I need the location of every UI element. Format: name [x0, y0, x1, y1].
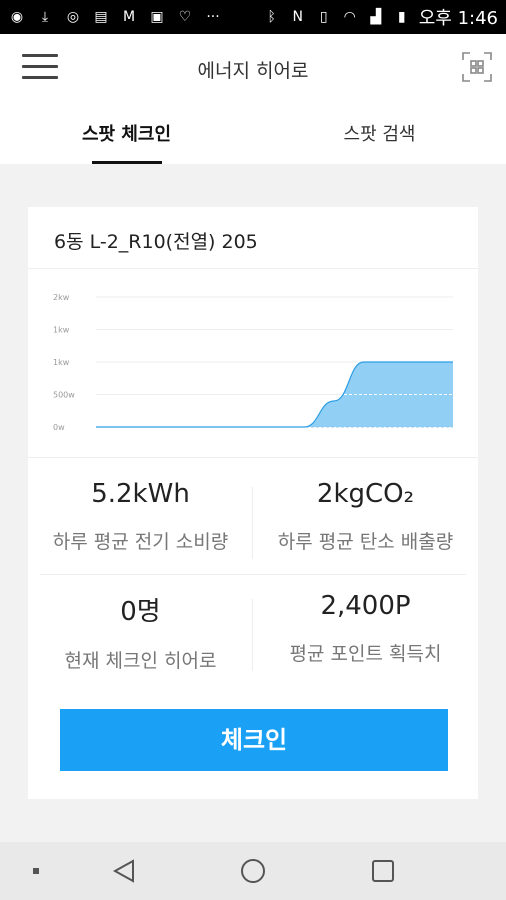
heart-icon: ♡ — [178, 9, 192, 25]
message-icon: ▤ — [94, 9, 108, 25]
checkin-button[interactable]: 체크인 — [60, 709, 448, 771]
y-tick-label: 500w — [53, 391, 75, 400]
notification-icons: ◉ ⤓ ◎ ▤ M ▣ ♡ ··· — [8, 8, 222, 26]
stat-value: 2kgCO₂ — [316, 479, 415, 509]
tab-spot-checkin[interactable]: 스팟 체크인 — [0, 102, 253, 164]
back-icon[interactable] — [94, 842, 154, 900]
stat-value: 5.2kWh — [91, 479, 190, 509]
square-dot-icon[interactable] — [6, 842, 66, 900]
stat-daily-power: 5.2kWh 하루 평균 전기 소비량 — [28, 479, 253, 554]
stat-value: 2,400P — [320, 591, 411, 621]
nfc-icon: N — [292, 9, 303, 25]
bluetooth-icon: ᛒ — [267, 9, 276, 25]
download-icon: ⤓ — [41, 9, 49, 25]
vibrate-icon: ▯ — [319, 9, 328, 25]
y-tick-label: 0w — [53, 423, 65, 432]
chat-icon: ◎ — [66, 9, 80, 25]
divider — [252, 599, 253, 671]
stat-value: 0명 — [120, 597, 161, 627]
stat-avg-points: 2,400P 평균 포인트 획득치 — [253, 591, 478, 666]
wifi-icon: ◠ — [343, 9, 356, 25]
divider — [28, 268, 478, 269]
tab-spot-search[interactable]: 스팟 검색 — [253, 102, 506, 164]
divider — [28, 457, 478, 458]
signal-icon: ▟ — [370, 9, 382, 25]
tab-bar: 스팟 체크인 스팟 검색 — [0, 102, 506, 164]
clock: 오후 1:46 — [418, 8, 498, 29]
divider — [40, 574, 466, 575]
stat-label: 하루 평균 탄소 배출량 — [277, 531, 454, 553]
image-icon: ▣ — [150, 9, 164, 25]
divider — [252, 487, 253, 559]
wechat-icon: ◉ — [10, 9, 24, 25]
stat-current-heroes: 0명 현재 체크인 히어로 — [28, 591, 253, 673]
spot-card: 6동 L-2_R10(전열) 205 2kw 1kw 1kw 500w 0w 5.2kW… — [28, 207, 478, 799]
power-chart: 2kw 1kw 1kw 500w 0w — [53, 293, 453, 432]
y-tick-label: 2kw — [53, 293, 70, 302]
home-icon[interactable] — [223, 842, 283, 900]
stat-label: 평균 포인트 획득치 — [289, 643, 442, 665]
recents-icon[interactable] — [353, 842, 413, 900]
system-icons: ᛒ N ▯ ◠ ▟ ▮ 오후 1:46 — [263, 4, 498, 30]
stat-daily-carbon: 2kgCO₂ 하루 평균 탄소 배출량 — [253, 479, 478, 554]
navigation-bar — [0, 842, 506, 900]
qr-scan-icon[interactable] — [462, 52, 492, 82]
stat-label: 하루 평균 전기 소비량 — [52, 531, 229, 553]
status-bar: ◉ ⤓ ◎ ▤ M ▣ ♡ ··· ᛒ N ▯ ◠ ▟ ▮ 오후 1:46 — [0, 0, 506, 34]
gmail-icon: M — [122, 9, 136, 25]
battery-icon: ▮ — [397, 9, 406, 25]
y-tick-label: 1kw — [53, 358, 70, 367]
app-bar: 에너지 히어로 — [0, 34, 506, 102]
spot-title: 6동 L-2_R10(전열) 205 — [54, 231, 258, 253]
stat-label: 현재 체크인 히어로 — [64, 650, 217, 672]
y-tick-label: 1kw — [53, 326, 70, 335]
more-icon: ··· — [206, 9, 220, 25]
app-title: 에너지 히어로 — [197, 60, 309, 82]
